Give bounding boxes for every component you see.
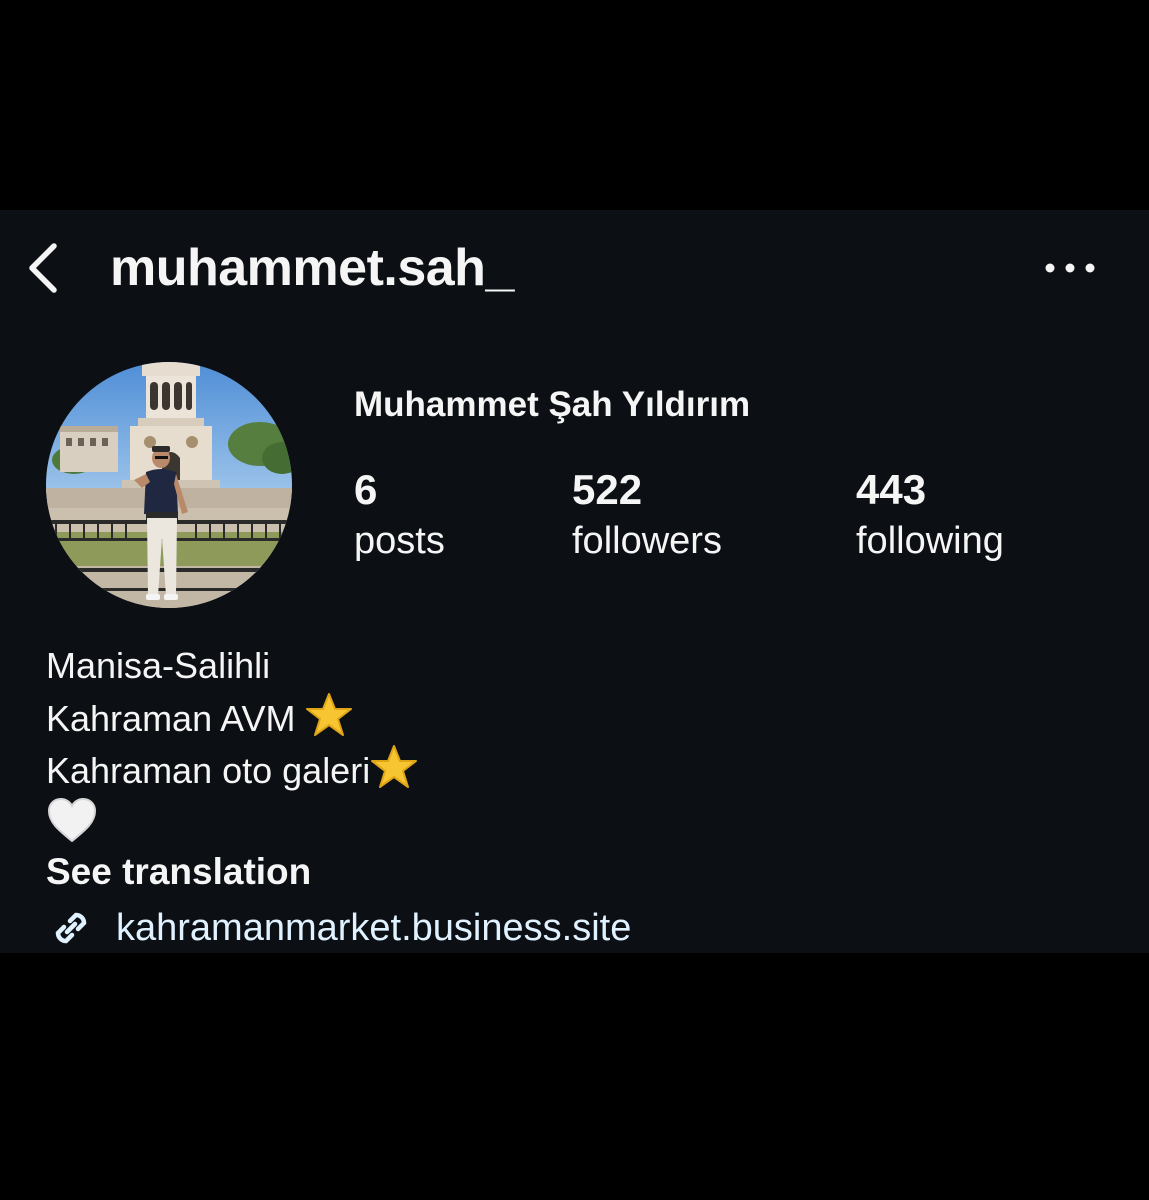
- avatar[interactable]: [46, 362, 292, 608]
- bio-line-galeri-text: Kahraman oto galeri: [46, 750, 371, 791]
- posts-stat[interactable]: 6 posts: [354, 464, 445, 566]
- chevron-left-icon: [29, 243, 57, 293]
- external-link-text: kahramanmarket.business.site: [116, 907, 632, 949]
- bio-line-location: Manisa-Salihli: [46, 645, 271, 686]
- see-translation-link[interactable]: See translation: [46, 846, 311, 898]
- more-options-button[interactable]: [1040, 250, 1100, 286]
- back-button[interactable]: [20, 238, 68, 298]
- star-icon: [370, 744, 418, 804]
- profile-username: muhammet.sah_: [110, 239, 514, 297]
- bio-line-heart: [46, 796, 418, 848]
- following-label: following: [856, 520, 1004, 562]
- link-icon: [55, 912, 87, 944]
- followers-label: followers: [572, 520, 722, 562]
- following-count: 443: [856, 466, 927, 513]
- bio-line-galeri: Kahraman oto galeri: [46, 744, 418, 796]
- following-stat[interactable]: 443 following: [856, 464, 1004, 566]
- star-icon: [305, 692, 353, 752]
- profile-bio: Manisa-Salihli Kahraman AVM Kahraman oto…: [46, 640, 418, 848]
- bio-line-avm-text: Kahraman AVM: [46, 698, 296, 739]
- profile-photo: [46, 362, 292, 608]
- followers-count: 522: [572, 466, 643, 513]
- bio-line-avm: Kahraman AVM: [46, 692, 418, 744]
- external-link[interactable]: kahramanmarket.business.site: [46, 900, 631, 956]
- followers-stat[interactable]: 522 followers: [572, 464, 722, 566]
- posts-label: posts: [354, 520, 445, 562]
- more-horizontal-icon: [1045, 263, 1095, 273]
- posts-count: 6: [354, 466, 378, 513]
- profile-full-name: Muhammet Şah Yıldırım: [354, 385, 751, 424]
